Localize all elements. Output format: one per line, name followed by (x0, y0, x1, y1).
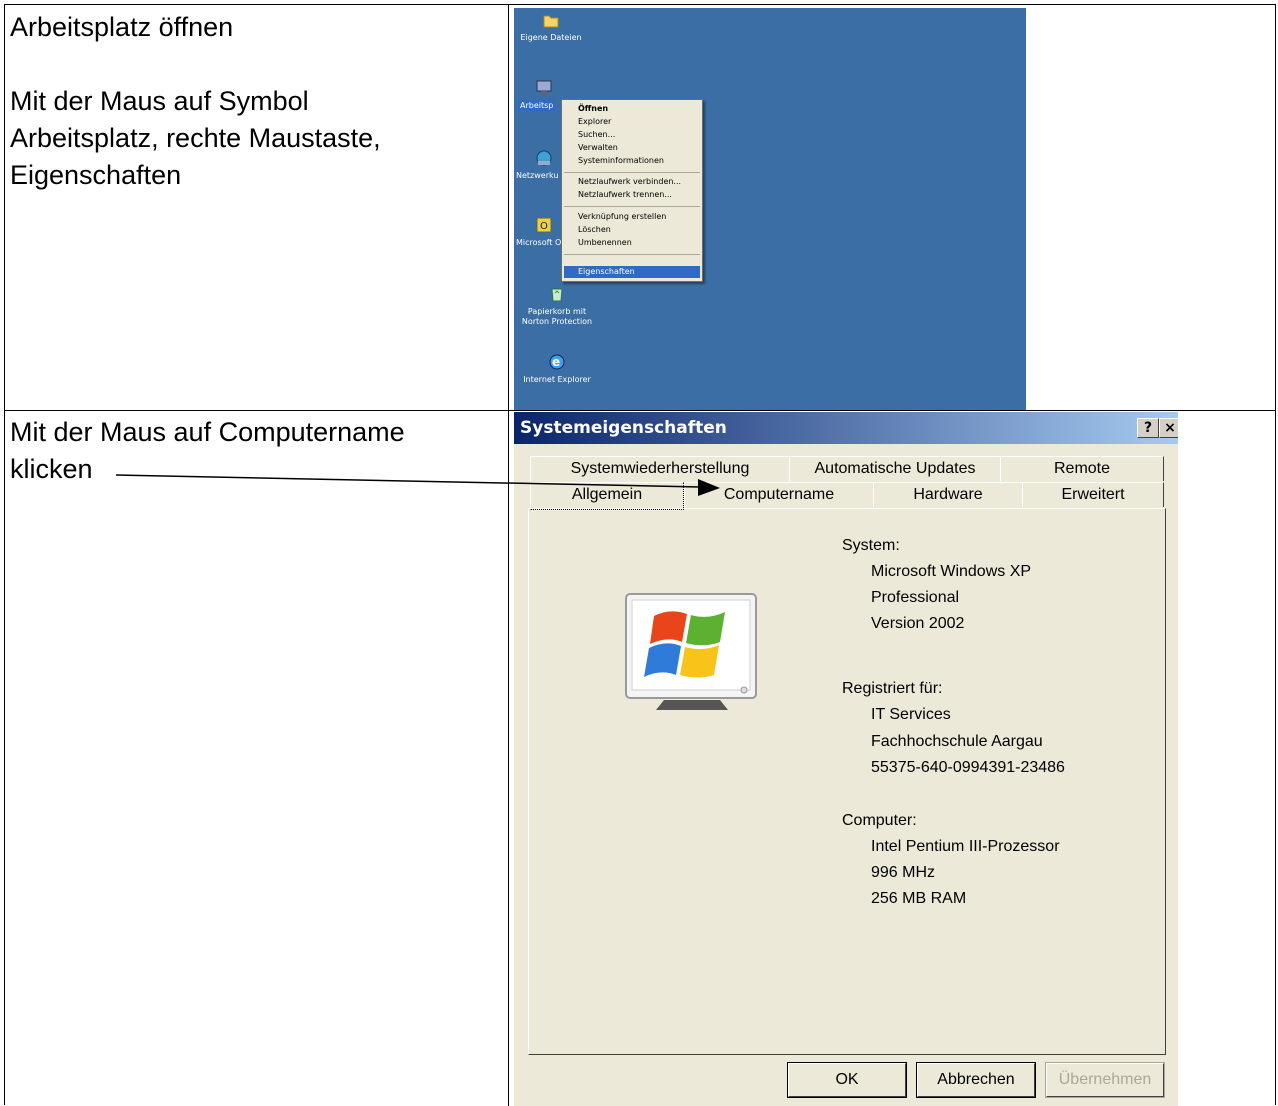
pointer-arrow (115, 474, 720, 496)
